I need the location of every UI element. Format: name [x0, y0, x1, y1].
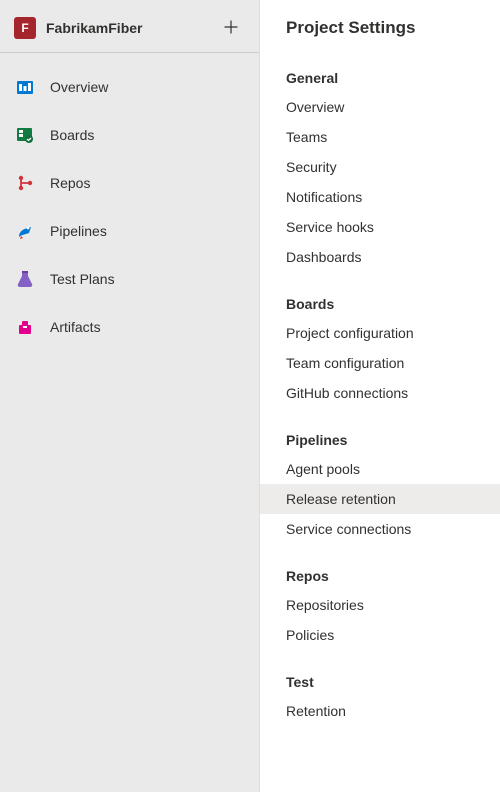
boards-icon — [14, 124, 36, 146]
section-test: Test Retention — [260, 668, 500, 726]
section-header: Pipelines — [260, 426, 500, 454]
settings-item-service-hooks[interactable]: Service hooks — [260, 212, 500, 242]
settings-item-agent-pools[interactable]: Agent pools — [260, 454, 500, 484]
section-header: Repos — [260, 562, 500, 590]
nav-label: Repos — [50, 175, 90, 191]
settings-item-team-config[interactable]: Team configuration — [260, 348, 500, 378]
section-items: Project configuration Team configuration… — [260, 318, 500, 408]
sidebar: F FabrikamFiber Overview Boards Rep — [0, 0, 260, 792]
sidebar-header: F FabrikamFiber — [0, 8, 259, 53]
section-boards: Boards Project configuration Team config… — [260, 290, 500, 408]
plus-icon — [223, 19, 239, 38]
section-header: Test — [260, 668, 500, 696]
overview-icon — [14, 76, 36, 98]
section-general: General Overview Teams Security Notifica… — [260, 64, 500, 272]
nav-label: Boards — [50, 127, 94, 143]
nav-item-overview[interactable]: Overview — [0, 63, 259, 111]
project-avatar: F — [14, 17, 36, 39]
settings-item-teams[interactable]: Teams — [260, 122, 500, 152]
project-info[interactable]: F FabrikamFiber — [14, 17, 142, 39]
nav-item-repos[interactable]: Repos — [0, 159, 259, 207]
nav-label: Overview — [50, 79, 108, 95]
settings-panel: Project Settings General Overview Teams … — [260, 0, 500, 792]
section-repos: Repos Repositories Policies — [260, 562, 500, 650]
settings-item-github-connections[interactable]: GitHub connections — [260, 378, 500, 408]
settings-item-retention[interactable]: Retention — [260, 696, 500, 726]
section-items: Overview Teams Security Notifications Se… — [260, 92, 500, 272]
testplans-icon — [14, 268, 36, 290]
nav-label: Artifacts — [50, 319, 101, 335]
repos-icon — [14, 172, 36, 194]
settings-item-project-config[interactable]: Project configuration — [260, 318, 500, 348]
project-name: FabrikamFiber — [46, 20, 142, 36]
section-items: Agent pools Release retention Service co… — [260, 454, 500, 544]
nav-item-boards[interactable]: Boards — [0, 111, 259, 159]
nav-item-artifacts[interactable]: Artifacts — [0, 303, 259, 351]
settings-item-dashboards[interactable]: Dashboards — [260, 242, 500, 272]
page-title: Project Settings — [260, 18, 500, 46]
settings-item-service-connections[interactable]: Service connections — [260, 514, 500, 544]
add-button[interactable] — [219, 16, 243, 40]
nav-item-testplans[interactable]: Test Plans — [0, 255, 259, 303]
nav-item-pipelines[interactable]: Pipelines — [0, 207, 259, 255]
settings-item-overview[interactable]: Overview — [260, 92, 500, 122]
nav-label: Pipelines — [50, 223, 107, 239]
artifacts-icon — [14, 316, 36, 338]
settings-item-release-retention[interactable]: Release retention — [260, 484, 500, 514]
section-items: Retention — [260, 696, 500, 726]
section-pipelines: Pipelines Agent pools Release retention … — [260, 426, 500, 544]
settings-item-policies[interactable]: Policies — [260, 620, 500, 650]
pipelines-icon — [14, 220, 36, 242]
section-items: Repositories Policies — [260, 590, 500, 650]
settings-item-security[interactable]: Security — [260, 152, 500, 182]
nav-label: Test Plans — [50, 271, 115, 287]
settings-item-notifications[interactable]: Notifications — [260, 182, 500, 212]
section-header: Boards — [260, 290, 500, 318]
settings-item-repositories[interactable]: Repositories — [260, 590, 500, 620]
nav-list: Overview Boards Repos Pipelines Test Pla — [0, 53, 259, 361]
section-header: General — [260, 64, 500, 92]
